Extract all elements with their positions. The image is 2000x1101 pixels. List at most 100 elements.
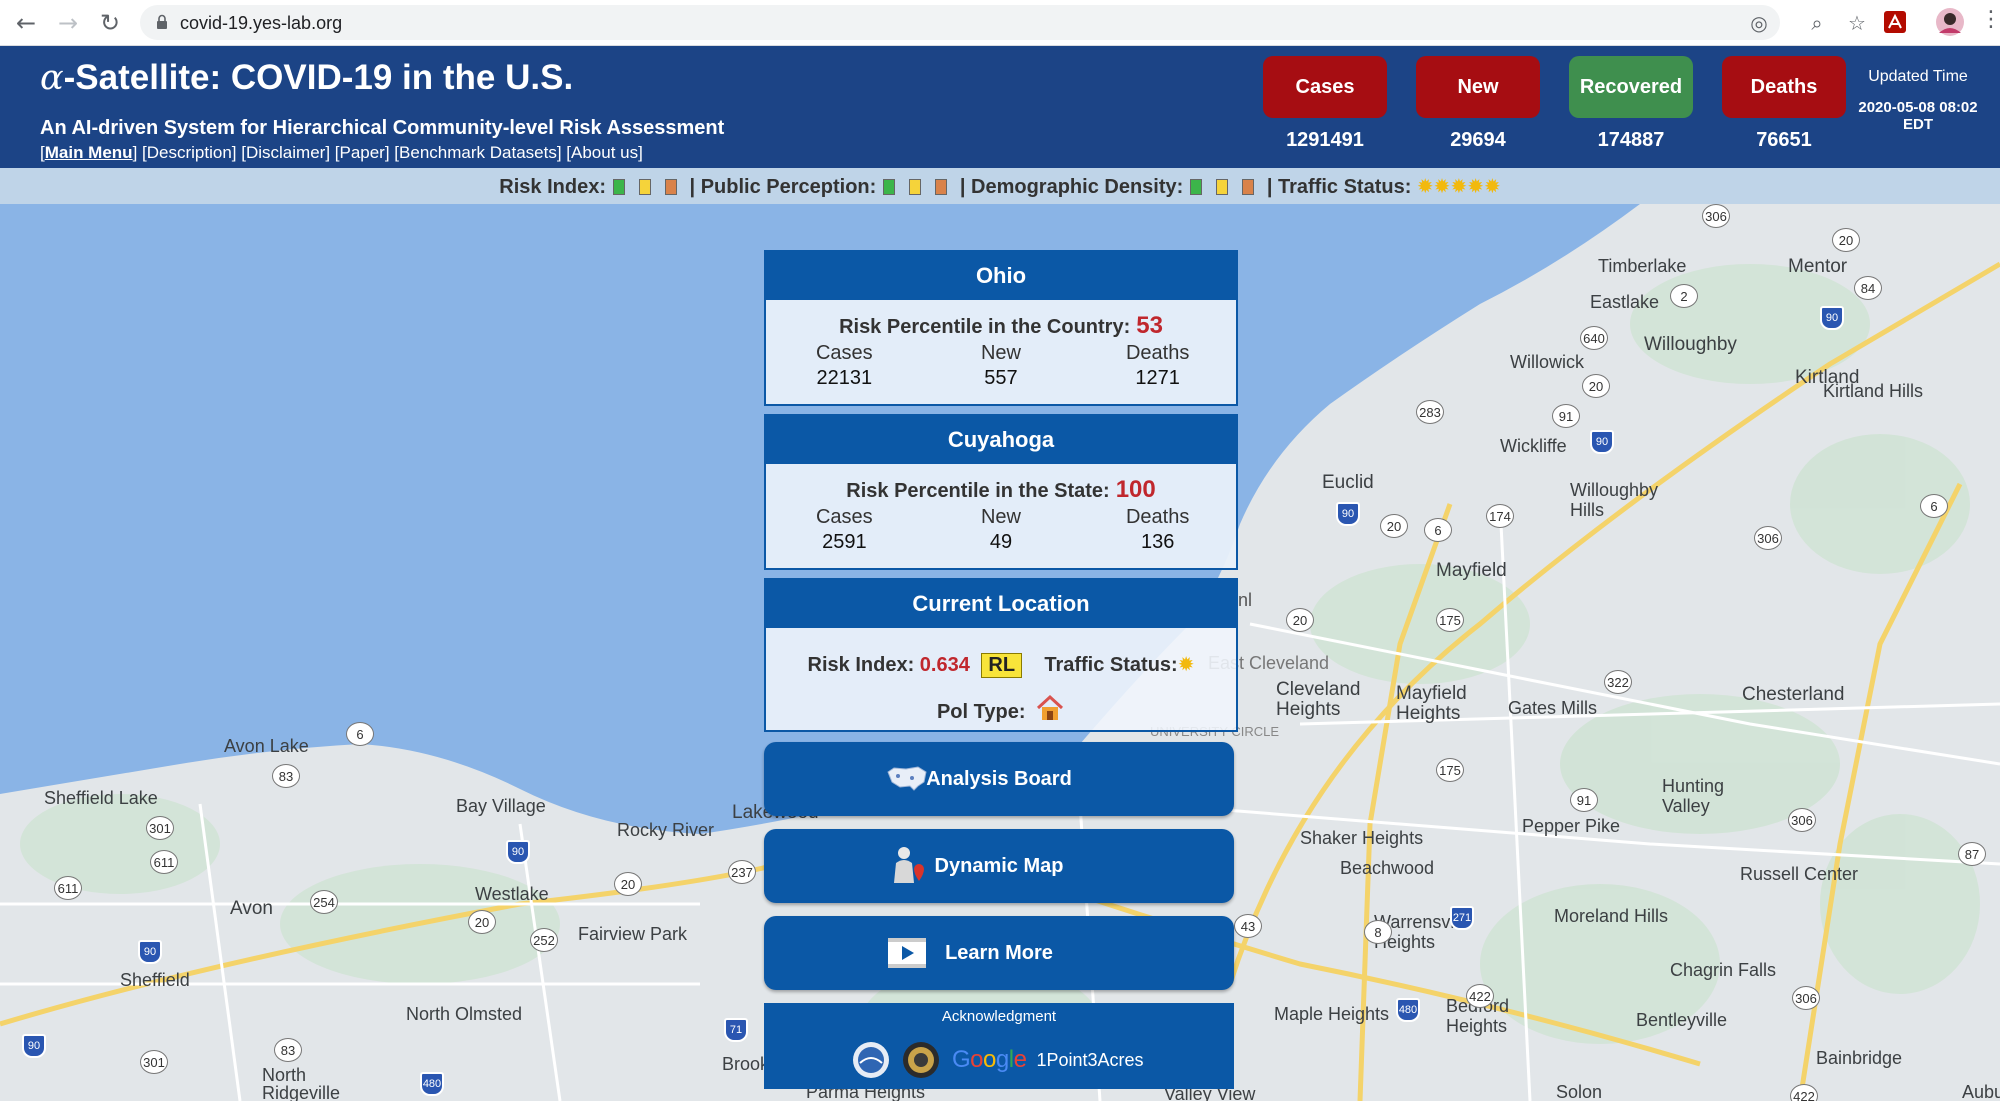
reload-icon[interactable]: ↻ <box>93 6 127 40</box>
bookmark-star-icon[interactable]: ☆ <box>1843 9 1871 37</box>
route-shield: 306 <box>1702 204 1730 228</box>
person-map-icon <box>894 847 924 883</box>
nav-benchmark-datasets[interactable]: Benchmark Datasets <box>399 143 557 162</box>
legend-yellow-square <box>909 179 922 195</box>
location-risk-line: Risk Index: 0.634 RL Traffic Status:✹ <box>766 652 1236 678</box>
interstate-shield: 90 <box>138 940 162 964</box>
acknowledgment-panel: Acknowledgment Google 1Point3Acres <box>764 1003 1234 1089</box>
stat-recovered-label[interactable]: Recovered <box>1569 56 1693 118</box>
map-label: Beachwood <box>1340 858 1435 878</box>
map-label: Eastlake <box>1590 292 1660 312</box>
analysis-board-button[interactable]: Analysis Board <box>764 742 1234 816</box>
house-icon <box>1037 694 1064 720</box>
stat-deaths-label[interactable]: Deaths <box>1722 56 1846 118</box>
route-shield: 422 <box>1790 1084 1818 1101</box>
county-deaths-value: 136 <box>1140 531 1175 553</box>
learn-more-button[interactable]: Learn More <box>764 916 1234 990</box>
route-shield: 6 <box>346 722 374 746</box>
state-risk-label: Risk Percentile in the Country: <box>839 316 1131 338</box>
nav-about-us[interactable]: About us <box>571 143 638 162</box>
stat-cases-label[interactable]: Cases <box>1263 56 1387 118</box>
state-new-value: 557 <box>984 367 1018 389</box>
location-card: Current Location Risk Index: 0.634 RL Tr… <box>764 578 1238 732</box>
state-card: Ohio Risk Percentile in the Country: 53 C… <box>764 250 1238 406</box>
stat-new-value: 29694 <box>1450 129 1506 151</box>
county-cases-label: Cases <box>815 506 873 528</box>
county-card: Cuyahoga Risk Percentile in the State: 10… <box>764 414 1238 570</box>
page-title: α-Satellite: COVID-19 in the U.S. <box>40 58 573 98</box>
route-shield: 175 <box>1436 608 1464 632</box>
legend-orange-square <box>1242 179 1255 195</box>
interstate-shield: 90 <box>1590 430 1614 454</box>
map-label: Mayfield Heights <box>1396 683 1467 724</box>
analysis-board-label: Analysis Board <box>926 767 1072 790</box>
browser-toolbar: ← → ↻ covid-19.yes-lab.org ◎ ⌕ ☆ ⋮ <box>0 0 2000 46</box>
legend-orange-square <box>664 179 677 195</box>
map-label: Hunting Valley <box>1662 776 1725 816</box>
location-title: Current Location <box>766 580 1236 628</box>
route-shield: 301 <box>146 816 174 840</box>
back-arrow-icon[interactable]: ← <box>9 6 43 40</box>
map-label: Aubu <box>1962 1082 2000 1101</box>
forward-arrow-icon[interactable]: → <box>51 6 85 40</box>
legend-risk-index-label: Risk Index: <box>499 176 606 198</box>
site-header: α-Satellite: COVID-19 in the U.S. An AI-… <box>0 46 2000 168</box>
sun-icon: ✹ <box>1177 652 1195 676</box>
legend-public-perception-label: | Public Perception: <box>689 176 877 198</box>
route-shield: 640 <box>1580 326 1608 350</box>
updated-time-label: Updated Time <box>1868 68 1968 85</box>
page-subtitle: An AI-driven System for Hierarchical Com… <box>40 117 725 139</box>
route-shield: 175 <box>1436 758 1464 782</box>
legend-green-square <box>1190 179 1203 195</box>
route-shield: 20 <box>468 910 496 934</box>
legend-green-square <box>883 179 896 195</box>
interstate-shield: 71 <box>724 1018 748 1042</box>
updated-time-date: 2020-05-08 08:02 <box>1858 99 1978 116</box>
lock-icon <box>157 14 167 29</box>
title-text: -Satellite: COVID-19 in the U.S. <box>63 58 574 97</box>
location-risk-value: 0.634 <box>919 654 970 676</box>
county-new-label: New <box>980 506 1021 528</box>
nav-disclaimer[interactable]: Disclaimer <box>246 143 325 162</box>
nav-main-menu[interactable]: Main Menu <box>45 143 133 162</box>
map-label: Chagrin Falls <box>1670 960 1777 980</box>
county-stats: Cases 2591 New 49 Deaths 136 <box>766 506 1236 554</box>
dynamic-map-label: Dynamic Map <box>934 854 1064 877</box>
map-label: Rocky River <box>617 820 715 840</box>
pdf-extension-icon[interactable] <box>1880 7 1910 37</box>
nsf-logo-icon <box>853 1042 889 1078</box>
profile-avatar-icon[interactable] <box>1935 7 1965 37</box>
nav-description[interactable]: Description <box>147 143 232 162</box>
interstate-shield: 90 <box>22 1034 46 1058</box>
map-label: Westlake <box>475 884 549 904</box>
stat-new-label[interactable]: New <box>1416 56 1540 118</box>
map-label: Willoughby Hills <box>1570 480 1659 520</box>
route-shield: 20 <box>614 872 642 896</box>
legend-yellow-square <box>638 179 651 195</box>
interstate-shield: 90 <box>1820 306 1844 330</box>
state-stats: Cases 22131 New 557 Deaths 1271 <box>766 342 1236 390</box>
zoom-icon[interactable]: ⌕ <box>1803 9 1831 37</box>
location-target-icon[interactable]: ◎ <box>1745 9 1773 37</box>
map-label: North Olmsted <box>406 1004 523 1024</box>
more-menu-icon[interactable]: ⋮ <box>1980 7 2000 32</box>
route-shield: 20 <box>1380 514 1408 538</box>
route-shield: 301 <box>140 1050 168 1074</box>
route-shield: 254 <box>310 890 338 914</box>
county-deaths-label: Deaths <box>1125 506 1190 528</box>
map-label: Willoughby <box>1644 334 1737 355</box>
interstate-shield: 271 <box>1450 906 1474 930</box>
route-shield: 174 <box>1486 504 1514 528</box>
map-label: Maple Heights <box>1274 1004 1390 1024</box>
map-label: Chesterland <box>1742 684 1845 705</box>
route-shield: 306 <box>1788 808 1816 832</box>
address-bar[interactable]: covid-19.yes-lab.org ◎ ⌕ ☆ <box>140 5 1866 40</box>
map-label: Bainbridge <box>1816 1048 1903 1068</box>
county-risk-line: Risk Percentile in the State: 100 <box>766 476 1236 504</box>
dynamic-map-button[interactable]: Dynamic Map <box>764 829 1234 903</box>
nav-paper[interactable]: Paper <box>339 143 384 162</box>
route-shield: 6 <box>1920 494 1948 518</box>
state-deaths-label: Deaths <box>1125 342 1190 364</box>
pol-type-label: Pol Type: <box>936 701 1026 723</box>
stat-recovered: Recovered 174887 <box>1569 56 1693 152</box>
